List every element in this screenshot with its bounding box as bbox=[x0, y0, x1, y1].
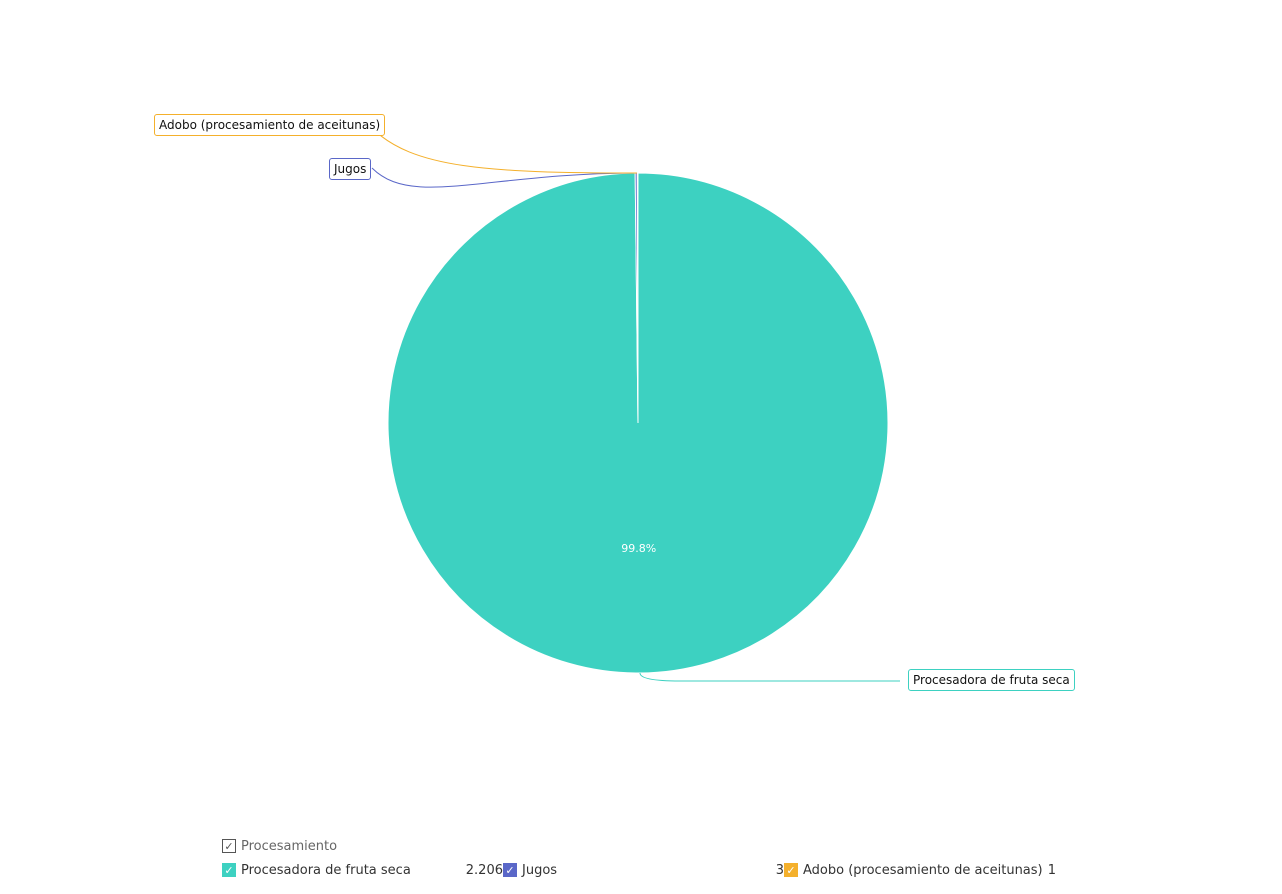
legend-item-jugos[interactable]: ✓ Jugos 3 bbox=[503, 860, 784, 880]
pie-chart: 99.8% Procesadora de fruta seca Jugos Adob… bbox=[0, 0, 1282, 894]
legend-item-label: Jugos bbox=[522, 862, 558, 878]
callout-line bbox=[371, 127, 638, 174]
legend-item-adobo[interactable]: ✓ Adobo (procesamiento de aceitunas) 1 bbox=[784, 860, 1056, 880]
pie-slice[interactable] bbox=[636, 172, 639, 424]
legend-item-label: Procesadora de fruta seca bbox=[241, 862, 411, 878]
legend-item-value: 2.206 bbox=[465, 862, 503, 878]
slice-percent-label: 99.8% bbox=[621, 542, 656, 555]
legend-item-value: 3 bbox=[775, 862, 784, 878]
legend-items: ✓ Procesadora de fruta seca 2.206 ✓ Jugo… bbox=[222, 860, 1062, 880]
legend-title: Procesamiento bbox=[241, 838, 338, 854]
legend-item-value: 1 bbox=[1047, 862, 1056, 878]
legend-item-label: Adobo (procesamiento de aceitunas) bbox=[803, 862, 1043, 878]
checkbox-icon[interactable]: ✓ bbox=[222, 839, 236, 853]
legend-title-row[interactable]: ✓ Procesamiento bbox=[222, 836, 1062, 856]
checkbox-icon[interactable]: ✓ bbox=[503, 863, 517, 877]
checkbox-icon[interactable]: ✓ bbox=[784, 863, 798, 877]
legend: ✓ Procesamiento ✓ Procesadora de fruta s… bbox=[222, 836, 1062, 880]
callout-line bbox=[639, 672, 900, 682]
callout-label: Adobo (procesamiento de aceitunas) bbox=[154, 114, 386, 136]
callout-label: Jugos bbox=[329, 158, 372, 180]
legend-item-procesadora[interactable]: ✓ Procesadora de fruta seca 2.206 bbox=[222, 860, 503, 880]
callout-label: Procesadora de fruta seca bbox=[908, 669, 1075, 691]
checkbox-icon[interactable]: ✓ bbox=[222, 863, 236, 877]
